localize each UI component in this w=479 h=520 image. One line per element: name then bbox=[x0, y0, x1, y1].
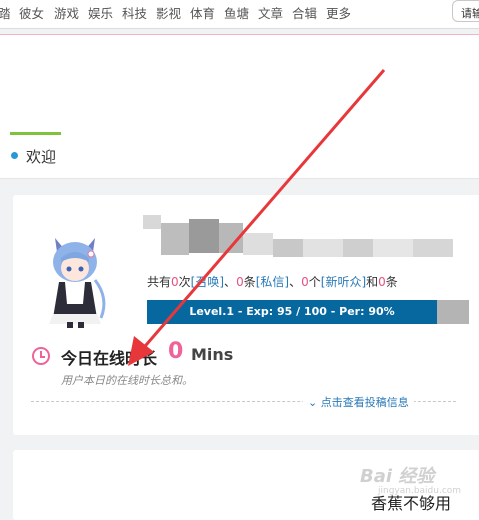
watermark-logo: Bai 经验 bbox=[360, 466, 435, 487]
red-arrow-annotation bbox=[128, 69, 386, 366]
watermark-url: jingyan.baidu.com bbox=[378, 486, 462, 496]
